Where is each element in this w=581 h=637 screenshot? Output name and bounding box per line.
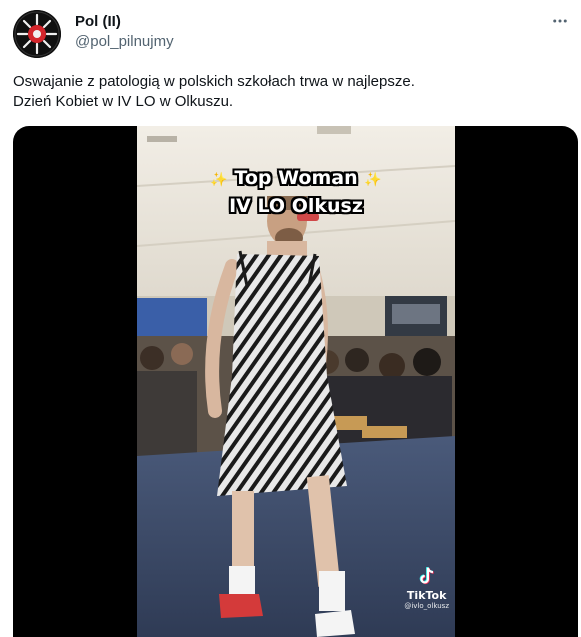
tiktok-brand-label: TikTok — [406, 589, 447, 602]
more-horizontal-icon — [553, 19, 567, 23]
tweet-text-line: Oswajanie z patologią w polskich szkołac… — [13, 73, 415, 90]
author-handle[interactable]: @pol_pilnujmy — [75, 32, 174, 52]
tiktok-username: @ivlo_olkusz — [404, 602, 449, 610]
sparkle-icon: ✨ — [210, 172, 228, 188]
tweet-text: Oswajanie z patologią w polskich szkołac… — [13, 72, 568, 112]
video-caption-line-2: IV LO Olkusz — [229, 195, 363, 217]
author-display-name[interactable]: Pol (II) — [75, 12, 121, 32]
tiktok-logo-icon — [419, 566, 434, 585]
tiktok-watermark: TikTok @ivlo_olkusz — [404, 565, 449, 611]
avatar[interactable] — [13, 10, 61, 58]
more-options-button[interactable] — [549, 10, 571, 32]
avatar-emblem-icon — [13, 10, 61, 58]
tweet: Pol (II) @pol_pilnujmy Oswajanie z patol… — [0, 0, 581, 637]
tweet-text-line: Dzień Kobiet w IV LO w Olkuszu. — [13, 93, 234, 110]
sparkle-icon: ✨ — [364, 172, 382, 188]
video-caption-line-1: ✨ Top Woman ✨ — [137, 166, 455, 192]
video-frame: ✨ Top Woman ✨ IV LO Olkusz TikTok @ivlo_… — [137, 126, 455, 637]
tweet-video[interactable]: ✨ Top Woman ✨ IV LO Olkusz TikTok @ivlo_… — [13, 126, 578, 637]
video-caption-text: Top Woman — [234, 167, 358, 189]
